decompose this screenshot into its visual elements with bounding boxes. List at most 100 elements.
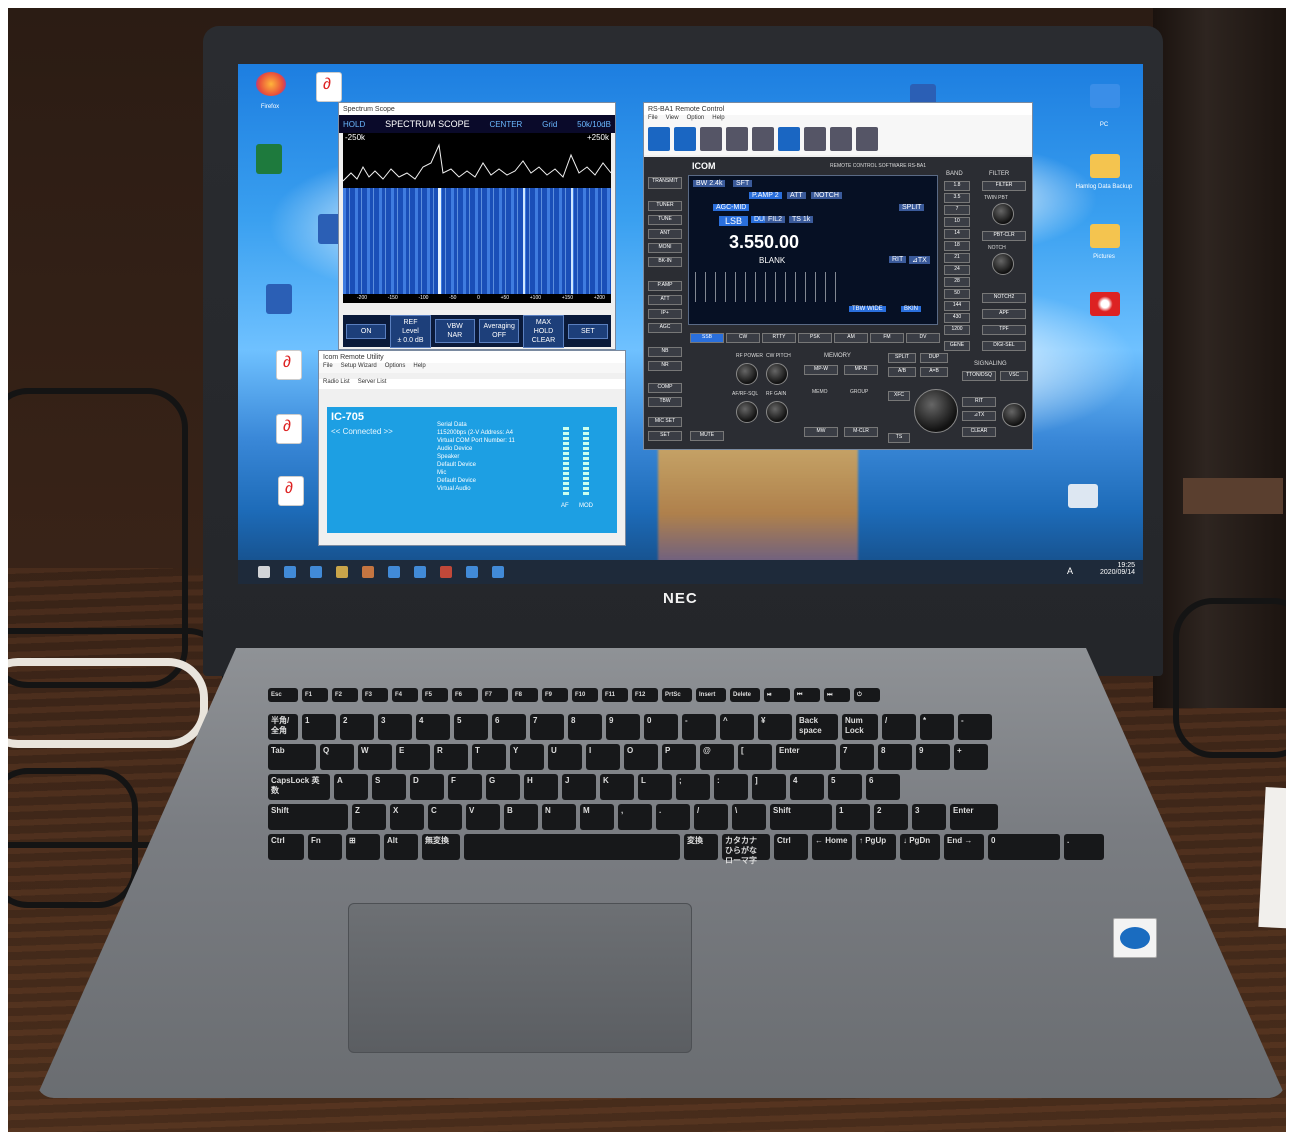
xfc-button[interactable]: XFC	[888, 391, 910, 401]
rs-titlebar[interactable]: RS-BA1 Remote Control	[644, 103, 1032, 115]
moni-button[interactable]: MONI	[648, 243, 682, 253]
app-icon[interactable]	[388, 566, 400, 578]
max-hold-button[interactable]: MAX HOLD CLEAR	[523, 314, 564, 348]
key[interactable]: R	[434, 744, 468, 770]
key[interactable]: 0	[988, 834, 1060, 860]
menu-item[interactable]: File	[323, 363, 333, 373]
key[interactable]: \	[732, 804, 766, 830]
spectrum-scope-window[interactable]: Spectrum Scope HOLD SPECTRUM SCOPE CENTE…	[338, 102, 616, 350]
key[interactable]: B	[504, 804, 538, 830]
key[interactable]: 4	[416, 714, 450, 740]
key[interactable]: U	[548, 744, 582, 770]
key[interactable]: カタカナ ひらがな ローマ字	[722, 834, 770, 865]
key[interactable]: ← Home	[812, 834, 852, 860]
word-icon[interactable]	[266, 284, 292, 314]
key[interactable]: Delete	[730, 688, 760, 702]
band-button[interactable]: 18	[944, 241, 970, 251]
key[interactable]: I	[586, 744, 620, 770]
mode-rtty-button[interactable]: RTTY	[762, 333, 796, 343]
mw-button[interactable]: MW	[804, 427, 838, 437]
key[interactable]: J	[562, 774, 596, 800]
folder-icon[interactable]	[1090, 224, 1120, 248]
key[interactable]: 2	[340, 714, 374, 740]
ref-level-button[interactable]: REF Level ± 0.0 dB	[390, 314, 431, 348]
rf-power-knob[interactable]	[736, 363, 758, 385]
band-button[interactable]: 1.8	[944, 181, 970, 191]
key[interactable]: 9	[916, 744, 950, 770]
mode-psk-button[interactable]: PSK	[798, 333, 832, 343]
comp-button[interactable]: COMP	[648, 383, 682, 393]
rit-knob[interactable]	[1002, 403, 1026, 427]
mode-cw-button[interactable]: CW	[726, 333, 760, 343]
trackpad[interactable]	[348, 903, 692, 1053]
mp-w-button[interactable]: MP-W	[804, 365, 838, 375]
key[interactable]: 6	[492, 714, 526, 740]
key[interactable]: 9	[606, 714, 640, 740]
key[interactable]: F9	[542, 688, 568, 702]
menu-item[interactable]: Options	[385, 363, 406, 373]
bkin-button[interactable]: BK-IN	[648, 257, 682, 267]
key[interactable]: Shift	[770, 804, 832, 830]
key[interactable]: Alt	[384, 834, 418, 860]
pdf-icon[interactable]	[276, 414, 302, 444]
scope-set-button[interactable]: SET	[567, 323, 608, 339]
key[interactable]: ⏭	[824, 688, 850, 702]
spectrum-plot[interactable]	[343, 133, 611, 303]
pdf-icon[interactable]	[276, 350, 302, 380]
key[interactable]: H	[524, 774, 558, 800]
scope-titlebar[interactable]: Spectrum Scope	[339, 103, 615, 115]
key[interactable]: ]	[752, 774, 786, 800]
task-view-icon[interactable]	[310, 566, 322, 578]
rf-gain-knob[interactable]	[766, 401, 788, 423]
firefox-icon[interactable]	[256, 72, 286, 96]
twin-pbt-knob[interactable]	[992, 203, 1014, 225]
dtx-button[interactable]: ⊿TX	[962, 411, 996, 421]
explorer-icon[interactable]	[336, 566, 348, 578]
key[interactable]: E	[396, 744, 430, 770]
band-button[interactable]: 21	[944, 253, 970, 263]
key[interactable]: C	[428, 804, 462, 830]
key[interactable]: F6	[452, 688, 478, 702]
clear-button[interactable]: CLEAR	[962, 427, 996, 437]
key[interactable]: Ctrl	[268, 834, 304, 860]
pc-icon[interactable]	[1090, 84, 1120, 108]
key[interactable]: 無変換	[422, 834, 460, 860]
remote-icon[interactable]	[674, 127, 696, 151]
key[interactable]: 6	[866, 774, 900, 800]
key[interactable]: F1	[302, 688, 328, 702]
key[interactable]: X	[390, 804, 424, 830]
band-button[interactable]: 14	[944, 229, 970, 239]
key[interactable]: ↑ PgUp	[856, 834, 896, 860]
key[interactable]: V	[466, 804, 500, 830]
ime-indicator[interactable]: A	[1067, 566, 1073, 576]
search-icon[interactable]	[284, 566, 296, 578]
rs-ba1-window[interactable]: RS-BA1 Remote Control File View Option H…	[643, 102, 1033, 450]
tton-dsq-button[interactable]: TTON/DSQ	[962, 371, 996, 381]
key[interactable]: Num Lock	[842, 714, 878, 740]
key[interactable]: F	[448, 774, 482, 800]
key[interactable]: D	[410, 774, 444, 800]
key[interactable]: ¥	[758, 714, 792, 740]
tbw-button[interactable]: TBW	[648, 397, 682, 407]
key[interactable]: CapsLock 英数	[268, 774, 330, 800]
menu-item[interactable]: File	[648, 115, 658, 125]
key[interactable]: 0	[644, 714, 678, 740]
key[interactable]: 5	[828, 774, 862, 800]
band-button[interactable]: 50	[944, 289, 970, 299]
key[interactable]: P	[662, 744, 696, 770]
vbw-button[interactable]: VBW NAR	[434, 319, 475, 343]
key[interactable]	[464, 834, 680, 860]
key[interactable]: End →	[944, 834, 984, 860]
cw-keyer-icon[interactable]	[752, 127, 774, 151]
key[interactable]: Q	[320, 744, 354, 770]
key[interactable]: -	[958, 714, 992, 740]
key[interactable]: :	[714, 774, 748, 800]
key[interactable]: G	[486, 774, 520, 800]
key[interactable]: +	[954, 744, 988, 770]
excel-icon[interactable]	[256, 144, 282, 174]
key[interactable]: ⊞	[346, 834, 380, 860]
rit-button[interactable]: RIT	[962, 397, 996, 407]
ab-button[interactable]: A/B	[888, 367, 916, 377]
mode-dv-button[interactable]: DV	[906, 333, 940, 343]
ts-button[interactable]: TS	[888, 433, 910, 443]
